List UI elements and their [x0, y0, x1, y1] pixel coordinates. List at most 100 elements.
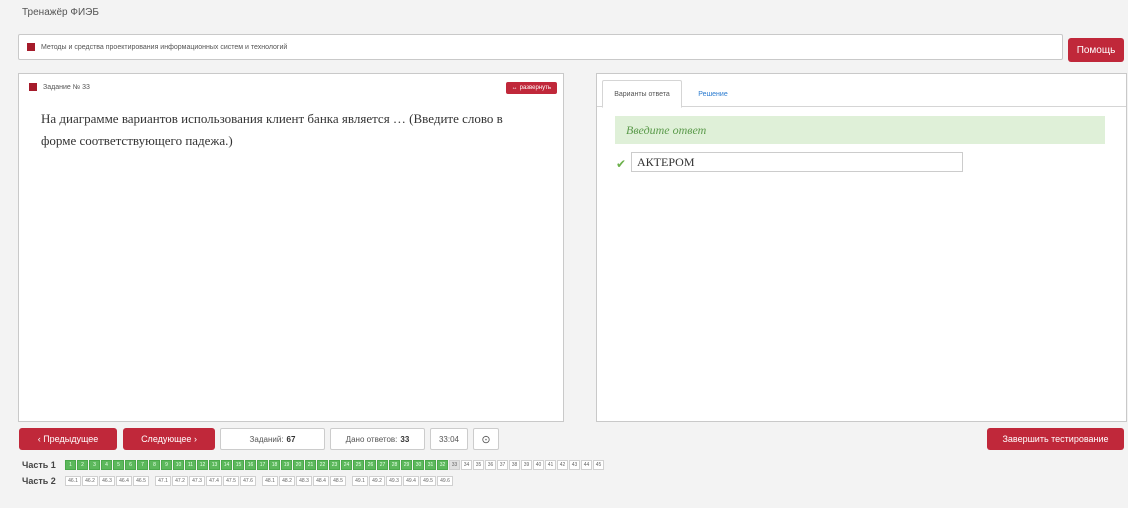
question-cell[interactable]: 47.5	[223, 476, 239, 486]
question-cell[interactable]: 49.6	[437, 476, 453, 486]
task-number: Задание № 33	[43, 83, 90, 91]
part-1-label: Часть 1	[22, 460, 56, 470]
help-button[interactable]: Помощь	[1068, 38, 1124, 62]
answer-panel: Варианты ответа Решение Введите ответ ✔ …	[596, 73, 1127, 422]
question-cell[interactable]: 35	[473, 460, 484, 470]
question-cell[interactable]: 38	[509, 460, 520, 470]
question-text: На диаграмме вариантов использования кли…	[41, 111, 503, 148]
question-cell[interactable]: 49.4	[403, 476, 419, 486]
question-cell[interactable]: 42	[557, 460, 568, 470]
question-cell[interactable]: 49.2	[369, 476, 385, 486]
task-panel: Задание № 33 ↔ развернуть На диаграмме в…	[18, 73, 564, 422]
course-title: Методы и средства проектирования информа…	[41, 43, 288, 51]
question-cell[interactable]: 21	[305, 460, 316, 470]
question-cell[interactable]: 46.4	[116, 476, 132, 486]
question-cell[interactable]: 23	[329, 460, 340, 470]
question-cell[interactable]: 46.5	[133, 476, 149, 486]
question-cell[interactable]: 8	[149, 460, 160, 470]
question-cell[interactable]: 40	[533, 460, 544, 470]
question-cell[interactable]: 46.3	[99, 476, 115, 486]
question-cell[interactable]: 18	[269, 460, 280, 470]
question-cell[interactable]: 48.3	[296, 476, 312, 486]
previous-label: Предыдущее	[43, 434, 99, 444]
question-cell[interactable]: 30	[413, 460, 424, 470]
question-group: 46.1 46.2 46.3 46.4 46.5	[65, 476, 149, 486]
question-cell[interactable]: 16	[245, 460, 256, 470]
question-cell[interactable]: 26	[365, 460, 376, 470]
question-cell[interactable]: 48.1	[262, 476, 278, 486]
question-cell[interactable]: 48.4	[313, 476, 329, 486]
question-cell[interactable]: 29	[401, 460, 412, 470]
question-cell[interactable]: 48.5	[330, 476, 346, 486]
question-cell[interactable]: 47.1	[155, 476, 171, 486]
question-cell[interactable]: 39	[521, 460, 532, 470]
clock-icon[interactable]: ⊙	[473, 428, 499, 450]
question-cell[interactable]: 46.2	[82, 476, 98, 486]
task-header: Задание № 33	[29, 83, 90, 91]
question-cell[interactable]: 13	[209, 460, 220, 470]
question-cell[interactable]: 47.2	[172, 476, 188, 486]
question-cell[interactable]: 5	[113, 460, 124, 470]
next-label: Следующее	[141, 434, 192, 444]
next-button[interactable]: Следующее ›	[123, 428, 215, 450]
check-icon: ✔	[616, 157, 627, 171]
question-cell[interactable]: 33	[449, 460, 460, 470]
question-cell[interactable]: 17	[257, 460, 268, 470]
question-cell[interactable]: 31	[425, 460, 436, 470]
question-cell[interactable]: 15	[233, 460, 244, 470]
question-cell[interactable]: 10	[173, 460, 184, 470]
tasks-count: Заданий: 67	[220, 428, 325, 450]
answered-value: 33	[400, 434, 410, 444]
question-cell[interactable]: 49.3	[386, 476, 402, 486]
answered-count: Дано ответов: 33	[330, 428, 425, 450]
previous-button[interactable]: ‹ Предыдущее	[19, 428, 117, 450]
question-cell[interactable]: 22	[317, 460, 328, 470]
part-2-row: Часть 2 46.1 46.2 46.3 46.4 46.5 47.1 47.2 47.3…	[22, 476, 453, 486]
course-marker-icon	[27, 43, 35, 51]
question-cell[interactable]: 47.3	[189, 476, 205, 486]
question-group: 47.1 47.2 47.3 47.4 47.5 47.6	[155, 476, 256, 486]
tasks-value: 67	[286, 434, 296, 444]
question-cell[interactable]: 43	[569, 460, 580, 470]
question-cell[interactable]: 19	[281, 460, 292, 470]
question-cell[interactable]: 7	[137, 460, 148, 470]
question-cell[interactable]: 11	[185, 460, 196, 470]
question-cell[interactable]: 32	[437, 460, 448, 470]
question-cell[interactable]: 12	[197, 460, 208, 470]
tab-answers[interactable]: Варианты ответа	[602, 80, 682, 108]
question-cell[interactable]: 48.2	[279, 476, 295, 486]
finish-test-button[interactable]: Завершить тестирование	[987, 428, 1124, 450]
question-cell[interactable]: 4	[101, 460, 112, 470]
question-cell[interactable]: 1	[65, 460, 76, 470]
question-cell[interactable]: 28	[389, 460, 400, 470]
question-cell[interactable]: 6	[125, 460, 136, 470]
question-cell[interactable]: 25	[353, 460, 364, 470]
question-cell[interactable]: 20	[293, 460, 304, 470]
question-cell[interactable]: 46.1	[65, 476, 81, 486]
question-cell[interactable]: 27	[377, 460, 388, 470]
question-cell[interactable]: 41	[545, 460, 556, 470]
question-cell[interactable]: 3	[89, 460, 100, 470]
question-group: 48.1 48.2 48.3 48.4 48.5	[262, 476, 346, 486]
tab-solution[interactable]: Решение	[685, 80, 741, 108]
answer-input[interactable]: АКТЕРОМ	[631, 152, 963, 172]
part-1-cells: 1 2 3 4 5 6 7 8 9 10 11 12 13 14 15 16 17 18 19 20 21 22 23 24 2…	[65, 460, 604, 470]
question-cell[interactable]: 45	[593, 460, 604, 470]
question-cell[interactable]: 36	[485, 460, 496, 470]
question-cell[interactable]: 47.4	[206, 476, 222, 486]
question-cell[interactable]: 37	[497, 460, 508, 470]
expand-icon: ↔	[511, 85, 518, 91]
question-cell[interactable]: 49.5	[420, 476, 436, 486]
question-cell[interactable]: 9	[161, 460, 172, 470]
question-cell[interactable]: 49.1	[352, 476, 368, 486]
tasks-label: Заданий:	[249, 434, 284, 444]
expand-button[interactable]: ↔ развернуть	[505, 82, 557, 94]
question-cell[interactable]: 44	[581, 460, 592, 470]
question-cell[interactable]: 2	[77, 460, 88, 470]
part-1-row: Часть 1 1 2 3 4 5 6 7 8 9 10 11 12 13 14 15 16 17 18 19 20 2…	[22, 460, 604, 470]
question-cell[interactable]: 47.6	[240, 476, 256, 486]
question-cell[interactable]: 24	[341, 460, 352, 470]
part-2-cells: 46.1 46.2 46.3 46.4 46.5 47.1 47.2 47.3 47.4 47.5…	[65, 476, 453, 486]
question-cell[interactable]: 34	[461, 460, 472, 470]
question-cell[interactable]: 14	[221, 460, 232, 470]
